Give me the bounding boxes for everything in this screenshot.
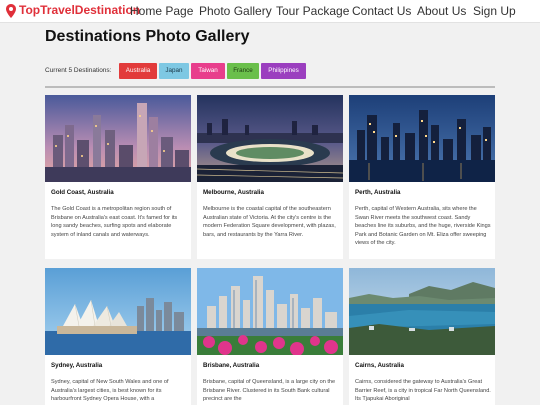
nav-photo-gallery[interactable]: Photo Gallery (199, 4, 272, 19)
perth-skyline-photo[interactable] (349, 95, 495, 182)
tag-france[interactable]: France (227, 63, 259, 79)
card-description: Cairns, considered the gateway to Austra… (355, 379, 491, 403)
card-description: Perth, capital of Western Australia, sit… (355, 206, 491, 247)
nav-sign-up[interactable]: Sign Up (473, 4, 516, 19)
card-description: The Gold Coast is a metropolitan region … (51, 206, 178, 238)
top-navbar: TopTravelDestination Home Page Photo Gal… (0, 0, 540, 23)
sydney-opera-house-photo[interactable] (45, 268, 191, 355)
card-title: Gold Coast, Australia (51, 189, 114, 196)
card-title: Brisbane, Australia (203, 362, 260, 369)
card-description: Melbourne is the coastal capital of the … (203, 206, 336, 238)
card-title: Perth, Australia (355, 189, 401, 196)
tag-taiwan[interactable]: Taiwan (191, 63, 225, 79)
card-title: Sydney, Australia (51, 362, 103, 369)
nav-about-us[interactable]: About Us (417, 4, 466, 19)
gallery-card-gold-coast[interactable]: Gold Coast, Australia The Gold Coast is … (45, 95, 191, 259)
cairns-coast-photo[interactable] (349, 268, 495, 355)
gallery-card-cairns[interactable]: Cairns, Australia Cairns, considered the… (349, 268, 495, 405)
gallery-card-melbourne[interactable]: Melbourne, Australia Melbourne is the co… (197, 95, 343, 259)
card-description: Brisbane, capital of Queensland, is a la… (203, 379, 336, 403)
tag-philippines[interactable]: Philippines (261, 63, 306, 79)
card-description: Sydney, capital of New South Wales and o… (51, 379, 169, 403)
nav-home-page[interactable]: Home Page (130, 4, 193, 19)
gallery-card-brisbane[interactable]: Brisbane, Australia Brisbane, capital of… (197, 268, 343, 405)
page-title: Destinations Photo Gallery (45, 28, 250, 45)
brand-name[interactable]: TopTravelDestination (19, 3, 140, 18)
nav-tour-package[interactable]: Tour Package (276, 4, 349, 19)
card-title: Melbourne, Australia (203, 189, 264, 196)
gallery-card-sydney[interactable]: Sydney, Australia Sydney, capital of New… (45, 268, 191, 405)
brand-logo[interactable]: TopTravelDestination (6, 3, 140, 18)
card-title: Cairns, Australia (355, 362, 404, 369)
destinations-label: Current 5 Destinations: (45, 67, 112, 74)
gallery-card-perth[interactable]: Perth, Australia Perth, capital of Weste… (349, 95, 495, 259)
melbourne-night-photo[interactable] (197, 95, 343, 182)
divider (45, 86, 495, 88)
tag-australia[interactable]: Australia (119, 63, 157, 79)
brisbane-skyline-photo[interactable] (197, 268, 343, 355)
map-pin-icon (6, 3, 16, 18)
nav-contact-us[interactable]: Contact Us (352, 4, 411, 19)
tag-japan[interactable]: Japan (159, 63, 189, 79)
gold-coast-skyline-photo[interactable] (45, 95, 191, 182)
